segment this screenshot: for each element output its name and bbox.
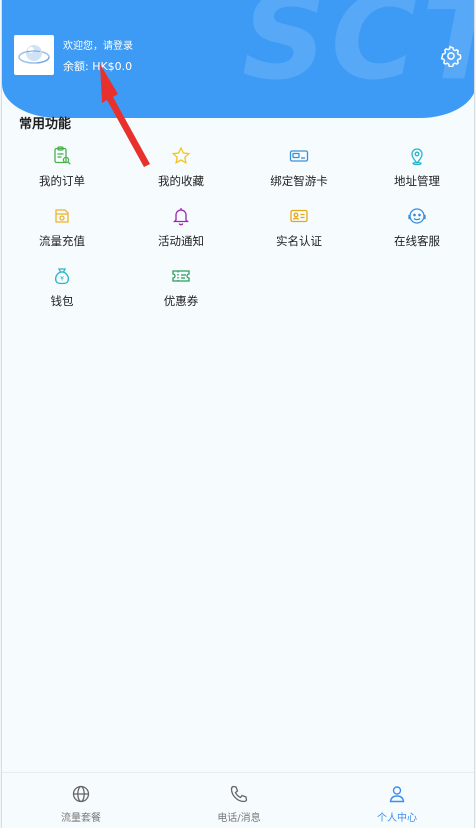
- tab-phone-messages[interactable]: 电话/消息: [160, 773, 318, 828]
- location-icon: [407, 146, 427, 166]
- feature-label: 我的订单: [39, 174, 85, 188]
- id-card-icon: [289, 206, 309, 226]
- tab-label: 电话/消息: [217, 813, 261, 824]
- order-list-icon: [52, 146, 72, 166]
- feature-label: 在线客服: [394, 234, 440, 248]
- avatar-logo-icon: [18, 45, 50, 64]
- phone-icon: [228, 783, 250, 805]
- login-prompt[interactable]: 欢迎您，请登录: [63, 37, 133, 52]
- feature-real-name[interactable]: 实名认证: [244, 206, 354, 262]
- tab-profile[interactable]: 个人中心: [318, 773, 474, 828]
- globe-icon: [70, 783, 92, 805]
- avatar[interactable]: [14, 35, 54, 75]
- tab-label: 个人中心: [377, 813, 417, 824]
- bell-icon: [171, 206, 191, 226]
- feature-label: 绑定智游卡: [270, 174, 328, 188]
- feature-address[interactable]: 地址管理: [362, 146, 472, 202]
- feature-label: 钱包: [50, 294, 74, 308]
- feature-customer-service[interactable]: 在线客服: [362, 206, 472, 262]
- settings-button[interactable]: [440, 45, 462, 68]
- svg-text:¥: ¥: [60, 276, 64, 283]
- feature-label: 活动通知: [158, 234, 204, 248]
- feature-notifications[interactable]: 活动通知: [126, 206, 236, 262]
- coupon-icon: [171, 266, 191, 286]
- feature-coupons[interactable]: 优惠券: [126, 266, 236, 322]
- star-icon: [171, 146, 191, 166]
- profile-header: SCT 欢迎您，请登录 余额: HK$0.0: [2, 0, 474, 118]
- feature-label: 地址管理: [394, 174, 440, 188]
- feature-bind-card[interactable]: 绑定智游卡: [244, 146, 354, 202]
- feature-label: 实名认证: [276, 234, 322, 248]
- feature-label: 优惠券: [163, 294, 199, 308]
- feature-label: 流量充值: [39, 234, 85, 248]
- card-icon: [289, 146, 309, 166]
- wallet-icon: ¥: [52, 266, 72, 286]
- tab-data-plans[interactable]: 流量套餐: [2, 773, 160, 828]
- feature-wallet[interactable]: ¥ 钱包: [7, 266, 117, 322]
- feature-data-topup[interactable]: 流量充值: [7, 206, 117, 262]
- bottom-tab-bar: 流量套餐 电话/消息 个人中心: [2, 772, 474, 828]
- person-icon: [386, 783, 408, 805]
- app-screen: SCT 欢迎您，请登录 余额: HK$0.0 常用功能: [1, 0, 475, 828]
- tab-label: 流量套餐: [61, 813, 101, 824]
- gear-icon: [440, 45, 462, 68]
- section-title: 常用功能: [19, 117, 72, 132]
- customer-service-icon: [407, 206, 427, 226]
- annotation-arrow: [100, 64, 150, 167]
- feature-label: 我的收藏: [158, 174, 204, 188]
- data-topup-icon: [52, 206, 72, 226]
